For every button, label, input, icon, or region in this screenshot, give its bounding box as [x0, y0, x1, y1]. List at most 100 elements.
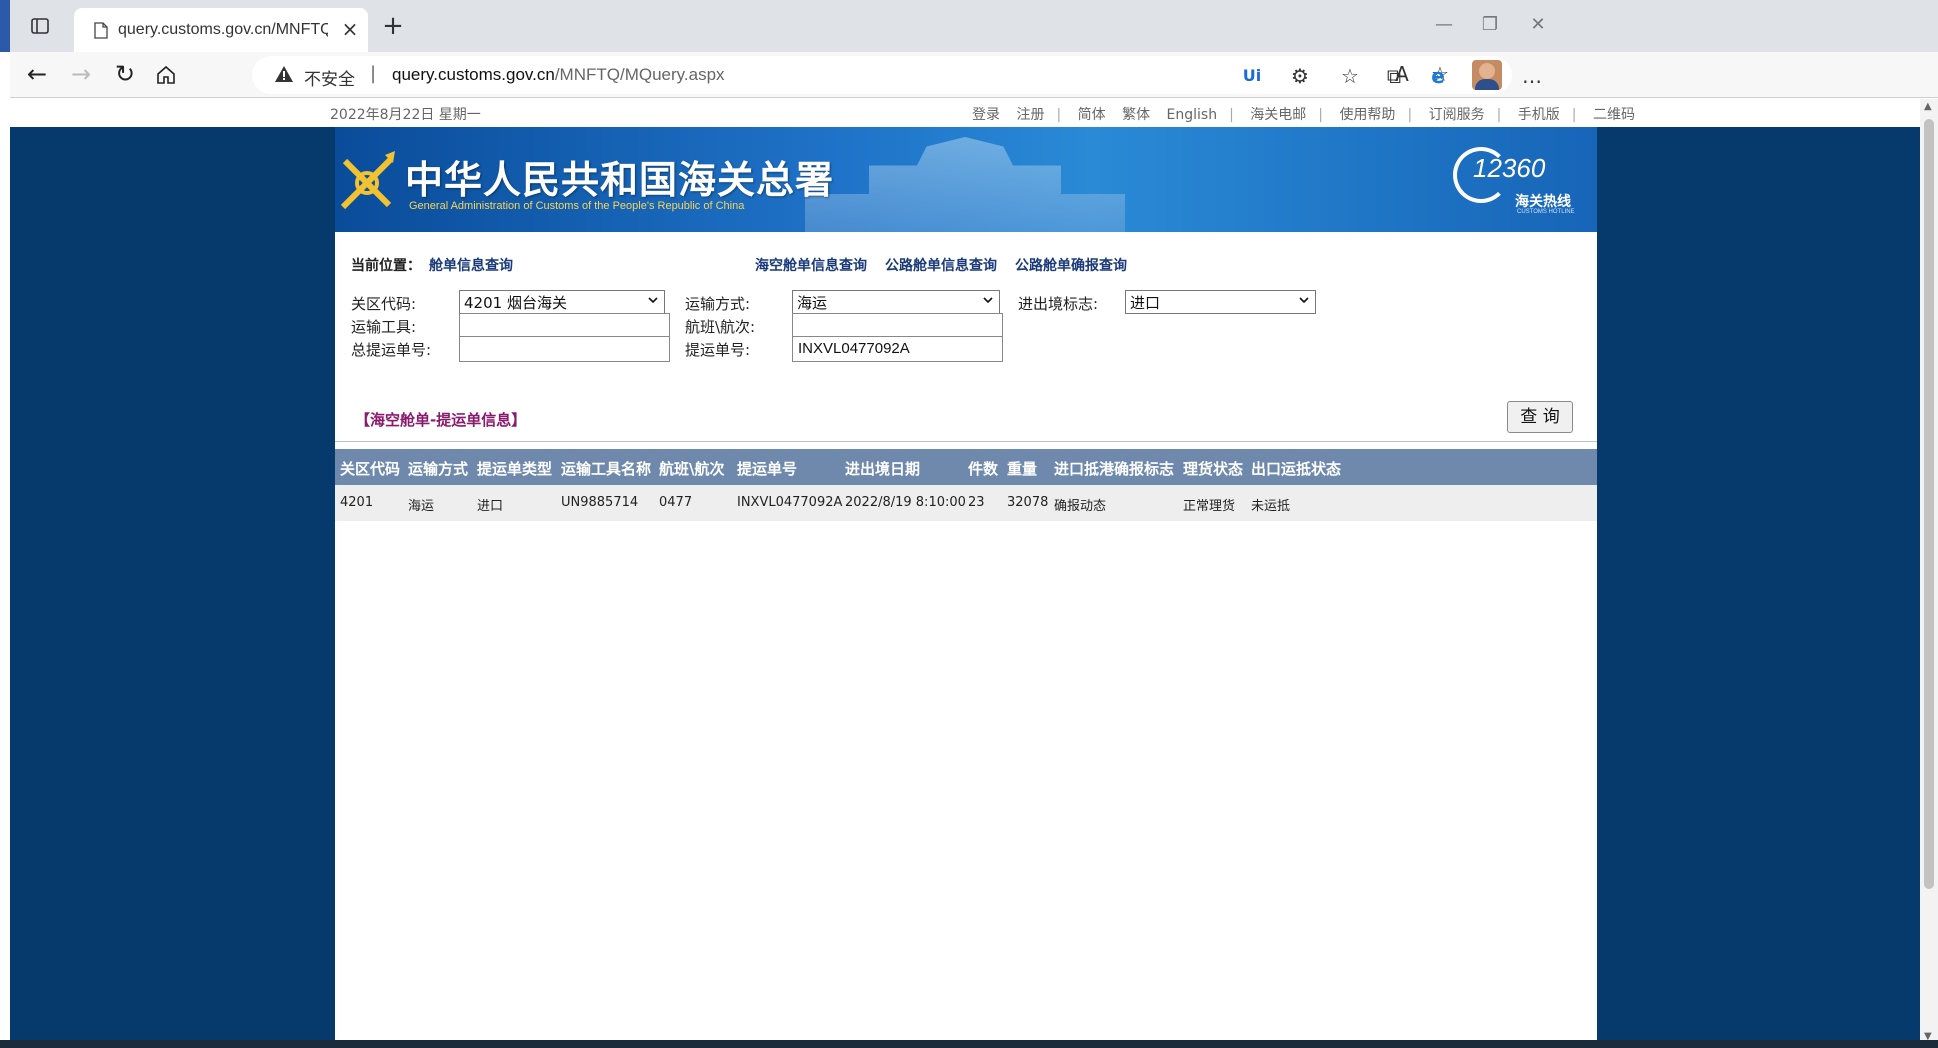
- link-qrcode[interactable]: 二维码: [1593, 107, 1635, 123]
- top-links: 登录 注册 | 简体 繁体 English | 海关电邮 | 使用帮助 | 订阅服务 | …: [966, 104, 1641, 124]
- link-road-manifest[interactable]: 公路舱单信息查询: [885, 255, 997, 275]
- chevron-down-icon: [1299, 297, 1309, 304]
- cell-bill-number: INXVL0477092A: [737, 495, 843, 510]
- link-help[interactable]: 使用帮助: [1339, 107, 1395, 123]
- section-title: 【海空舱单-提运单信息】: [355, 411, 527, 429]
- profile-avatar[interactable]: [1472, 60, 1502, 90]
- breadcrumb-label: 当前位置：: [351, 258, 421, 274]
- favorites-icon[interactable]: ☆: [1336, 62, 1364, 90]
- link-login[interactable]: 登录: [972, 107, 1000, 123]
- hotline-logo[interactable]: 12360 海关热线 CUSTOMS HOTLINE: [1453, 147, 1593, 217]
- io-flag-select[interactable]: 进口: [1125, 290, 1316, 314]
- scroll-thumb[interactable]: [1924, 119, 1934, 889]
- extensions-icon[interactable]: ⚙: [1286, 62, 1314, 90]
- query-button[interactable]: 查 询: [1507, 401, 1573, 433]
- desktop-accent: [0, 0, 10, 52]
- transport-mode-select[interactable]: 海运: [792, 290, 1000, 314]
- url-host: query.customs.gov.cn: [392, 65, 555, 84]
- separator: |: [1407, 107, 1413, 123]
- link-email[interactable]: 海关电邮: [1250, 107, 1306, 123]
- link-air-sea-manifest[interactable]: 海空舱单信息查询: [755, 255, 867, 275]
- col-weight: 重量: [1007, 460, 1038, 478]
- breadcrumb-current[interactable]: 舱单信息查询: [429, 258, 513, 274]
- col-export-arrival: 出口运抵状态: [1251, 460, 1342, 478]
- col-io-date: 进出境日期: [845, 460, 921, 478]
- link-subscribe[interactable]: 订阅服务: [1429, 107, 1485, 123]
- forward-icon[interactable]: →: [66, 60, 96, 90]
- browser-tab[interactable]: query.customs.gov.cn/MNFTQ/M ×: [74, 8, 368, 52]
- hotline-number: 12360: [1473, 153, 1546, 183]
- taskbar-edge: [0, 1040, 1938, 1048]
- cell-customs-code: 4201: [340, 495, 374, 510]
- warning-icon[interactable]: [274, 65, 294, 83]
- master-bill-input[interactable]: [459, 336, 670, 362]
- customs-code-label: 关区代码:: [351, 295, 417, 313]
- new-tab-icon[interactable]: +: [380, 13, 406, 40]
- link-simplified[interactable]: 简体: [1078, 107, 1106, 123]
- io-flag-value: 进口: [1130, 294, 1161, 312]
- link-road-confirm[interactable]: 公路舱单确报查询: [1015, 255, 1127, 275]
- scroll-up-icon[interactable]: ▲: [1924, 101, 1932, 112]
- vehicle-label: 运输工具:: [351, 318, 417, 336]
- minimize-icon[interactable]: —: [1430, 14, 1458, 38]
- more-menu-icon[interactable]: …: [1518, 62, 1546, 90]
- main-container: 中华人民共和国海关总署 General Administration of Cu…: [335, 127, 1597, 1048]
- security-label[interactable]: 不安全: [304, 65, 355, 90]
- col-voyage: 航班\航次: [659, 460, 725, 478]
- hotline-sub: CUSTOMS HOTLINE: [1517, 209, 1575, 215]
- separator: |: [1229, 107, 1234, 123]
- bill-number-input[interactable]: INXVL0477092A: [792, 336, 1003, 362]
- collections-icon[interactable]: ⧉: [1380, 62, 1408, 90]
- io-flag-label: 进出境标志:: [1018, 295, 1099, 313]
- back-icon[interactable]: ←: [22, 60, 52, 90]
- cell-pieces: 23: [968, 495, 985, 510]
- chevron-down-icon: [648, 297, 658, 304]
- refresh-icon[interactable]: ↻: [110, 60, 140, 90]
- separator: |: [1571, 107, 1577, 123]
- customs-code-value: 4201 烟台海关: [464, 294, 567, 312]
- tab-actions-icon[interactable]: [30, 16, 50, 36]
- master-bill-label: 总提运单号:: [351, 341, 432, 359]
- cell-transport-mode: 海运: [408, 499, 435, 514]
- col-bill-number: 提运单号: [737, 460, 798, 478]
- link-traditional[interactable]: 繁体: [1122, 107, 1150, 123]
- link-mobile[interactable]: 手机版: [1518, 107, 1560, 123]
- restore-icon[interactable]: ❐: [1476, 14, 1504, 38]
- site-title: 中华人民共和国海关总署: [405, 158, 835, 202]
- link-english[interactable]: English: [1167, 107, 1218, 123]
- col-customs-code: 关区代码: [340, 460, 401, 478]
- edge-icon[interactable]: e: [1424, 62, 1452, 90]
- cell-bill-type: 进口: [477, 499, 504, 514]
- home-icon[interactable]: [156, 65, 176, 85]
- customs-emblem-icon: [340, 151, 395, 210]
- bill-number-label: 提运单号:: [685, 341, 751, 359]
- building-graphic: [805, 137, 1125, 232]
- uipath-extension-icon[interactable]: Ui: [1238, 62, 1266, 90]
- transport-mode-value: 海运: [797, 294, 828, 312]
- col-vehicle-name: 运输工具名称: [561, 460, 652, 478]
- window-close-icon[interactable]: ✕: [1524, 14, 1552, 38]
- hotline-label: 海关热线: [1515, 194, 1571, 210]
- browser-toolbar: ← → ↻ 不安全 | query.customs.gov.cn/MNFTQ/M…: [10, 52, 1938, 98]
- vertical-scrollbar[interactable]: ▲ ▼: [1920, 99, 1938, 1048]
- cell-tally-status: 正常理货: [1183, 499, 1236, 514]
- tab-close-icon[interactable]: ×: [338, 18, 362, 42]
- page-viewport: 2022年8月22日 星期一 登录 注册 | 简体 繁体 English | 海关电…: [10, 99, 1920, 1048]
- separator: |: [1056, 107, 1062, 123]
- link-register[interactable]: 注册: [1016, 107, 1044, 123]
- voyage-label: 航班\航次:: [685, 318, 756, 336]
- top-strip: 2022年8月22日 星期一 登录 注册 | 简体 繁体 English | 海关电…: [10, 99, 1920, 127]
- col-tally-status: 理货状态: [1183, 460, 1244, 478]
- url-path: /MNFTQ/MQuery.aspx: [554, 65, 725, 84]
- tab-title: query.customs.gov.cn/MNFTQ/M: [118, 21, 328, 38]
- chevron-down-icon: [983, 297, 993, 304]
- divider: [335, 441, 1597, 442]
- cell-weight: 32078: [1007, 495, 1049, 510]
- customs-code-select[interactable]: 4201 烟台海关: [459, 290, 665, 314]
- results-table: 关区代码 运输方式 提运单类型 运输工具名称 航班\航次 提运单号 进出境日期 …: [335, 449, 1597, 521]
- cell-vehicle-name: UN9885714: [561, 495, 639, 510]
- cell-io-date: 2022/8/19 8:10:00: [845, 495, 966, 510]
- cell-voyage: 0477: [659, 495, 693, 510]
- url-text[interactable]: query.customs.gov.cn/MNFTQ/MQuery.aspx: [392, 65, 725, 85]
- address-bar[interactable]: 不安全 | query.customs.gov.cn/MNFTQ/MQuery.…: [252, 56, 1512, 94]
